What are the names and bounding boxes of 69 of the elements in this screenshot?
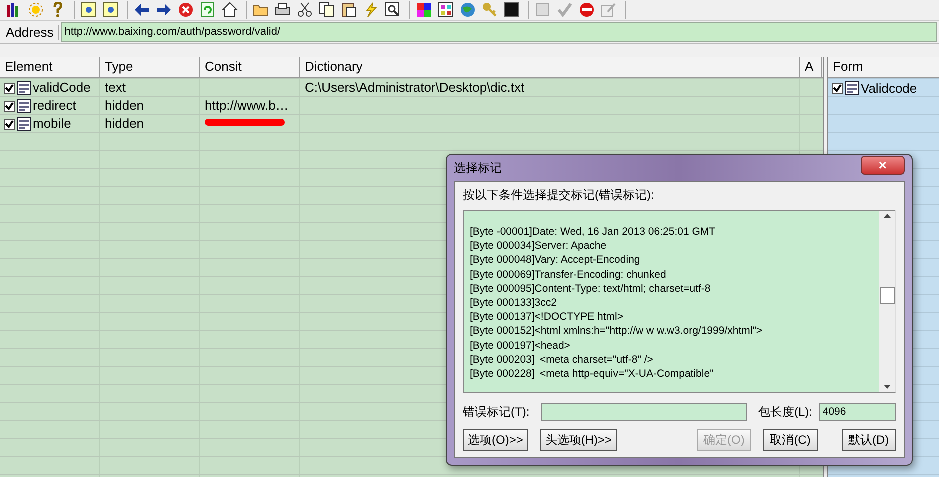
log-line: [Byte 000152]<html xmlns:h="http://w w w.w3.org/1999/xhtml"> xyxy=(470,324,764,339)
no-entry-icon[interactable] xyxy=(579,2,595,18)
printer-icon[interactable] xyxy=(275,2,291,18)
sun-icon[interactable] xyxy=(28,2,44,18)
table-cell: text xyxy=(105,79,126,97)
table-cell: hidden xyxy=(105,97,144,115)
back-arrow-icon[interactable] xyxy=(134,2,150,18)
paste-icon[interactable] xyxy=(341,2,357,18)
packet-length-field[interactable]: 4096 xyxy=(818,403,896,421)
log-line: [Byte 000034]Server: Apache xyxy=(470,239,608,254)
close-button[interactable]: × xyxy=(861,156,905,174)
table-cell: validCode xyxy=(33,79,91,97)
form-field-icon xyxy=(17,99,31,113)
scrollbar[interactable] xyxy=(879,211,895,392)
forward-arrow-icon[interactable] xyxy=(156,2,172,18)
log-line: [Byte 000048]Vary: Accept-Encoding xyxy=(470,253,642,268)
table-cell: C:\Users\Administrator\Desktop\dic.txt xyxy=(305,79,525,97)
table-cell: redirect xyxy=(33,97,76,115)
table-row[interactable]: mobile hidden xyxy=(0,115,823,133)
dialog-button[interactable]: 头选项(H)>> xyxy=(540,429,618,451)
checkbox[interactable] xyxy=(4,100,15,112)
form-icon xyxy=(845,81,859,95)
checkbox[interactable] xyxy=(4,118,15,130)
home-icon[interactable] xyxy=(222,2,238,18)
log-line: [Byte 000069]Transfer-Encoding: chunked xyxy=(470,268,668,282)
star-window-icon[interactable] xyxy=(81,2,97,18)
table-row[interactable]: validCode text C:\Users\Administrator\Desktop\dic.txt xyxy=(0,79,823,97)
dialog-prompt: 按以下条件选择提交标记(错误标记): xyxy=(463,187,656,204)
palette-icon[interactable] xyxy=(438,2,454,18)
checkbox[interactable] xyxy=(832,82,843,94)
dialog-button[interactable]: 默认(D) xyxy=(842,429,896,451)
dark-square-icon[interactable] xyxy=(504,2,520,18)
copy-icon[interactable] xyxy=(319,2,335,18)
color-grid-icon[interactable] xyxy=(416,2,432,18)
log-line: [Byte 000137]<!DOCTYPE html> xyxy=(470,310,624,324)
address-label: Address xyxy=(2,24,59,40)
field-label: 包长度(L): xyxy=(758,404,814,420)
log-line: [Byte 000133]3cc2 xyxy=(470,296,558,310)
scroll-up-icon[interactable] xyxy=(884,214,890,218)
log-line: [Byte 000203] <meta charset="utf-8" /> xyxy=(470,352,654,368)
dialog-button[interactable]: 取消(C) xyxy=(763,429,818,451)
form-field-icon xyxy=(17,117,31,131)
stop-icon[interactable] xyxy=(178,2,194,18)
magnifier-icon[interactable] xyxy=(385,2,401,18)
check-icon xyxy=(833,84,842,92)
star-window-icon[interactable] xyxy=(103,2,119,18)
form-item[interactable]: Validcode xyxy=(861,80,918,96)
scissors-icon[interactable] xyxy=(297,2,313,18)
log-line: [Byte 000095]Content-Type: text/html; charset=utf-8 xyxy=(470,282,712,296)
globe-icon[interactable] xyxy=(460,2,476,18)
field-label: 错误标记(T): xyxy=(463,404,531,420)
dialog-button[interactable]: 选项(O)>> xyxy=(463,429,528,451)
dialog-title: 选择标记 xyxy=(454,160,502,176)
table-cell: http://www.b… xyxy=(205,97,289,115)
table-cell: mobile xyxy=(33,115,72,133)
log-line: [Byte 000197]<head> xyxy=(470,338,572,353)
form-field-icon xyxy=(17,81,31,95)
scroll-down-icon[interactable] xyxy=(884,385,890,389)
scroll-thumb[interactable] xyxy=(880,287,894,304)
table-row[interactable]: redirect hidden http://www.b… xyxy=(0,97,823,115)
address-field[interactable]: http://www.baixing.com/auth/password/valid/ xyxy=(60,22,937,42)
log-line: [Byte -00001]Date: Wed, 16 Jan 2013 06:25:01 GMT xyxy=(470,225,717,240)
table-cell: hidden xyxy=(105,115,144,133)
checkbox[interactable] xyxy=(4,82,15,94)
lightning-icon[interactable] xyxy=(363,2,379,18)
log-line: [Byte 000228] <meta http-equiv="X-UA-Compatible" xyxy=(470,367,715,382)
refresh-icon[interactable] xyxy=(200,2,216,18)
error-mark-field[interactable] xyxy=(540,403,747,421)
column-header[interactable]: Form xyxy=(828,57,939,78)
